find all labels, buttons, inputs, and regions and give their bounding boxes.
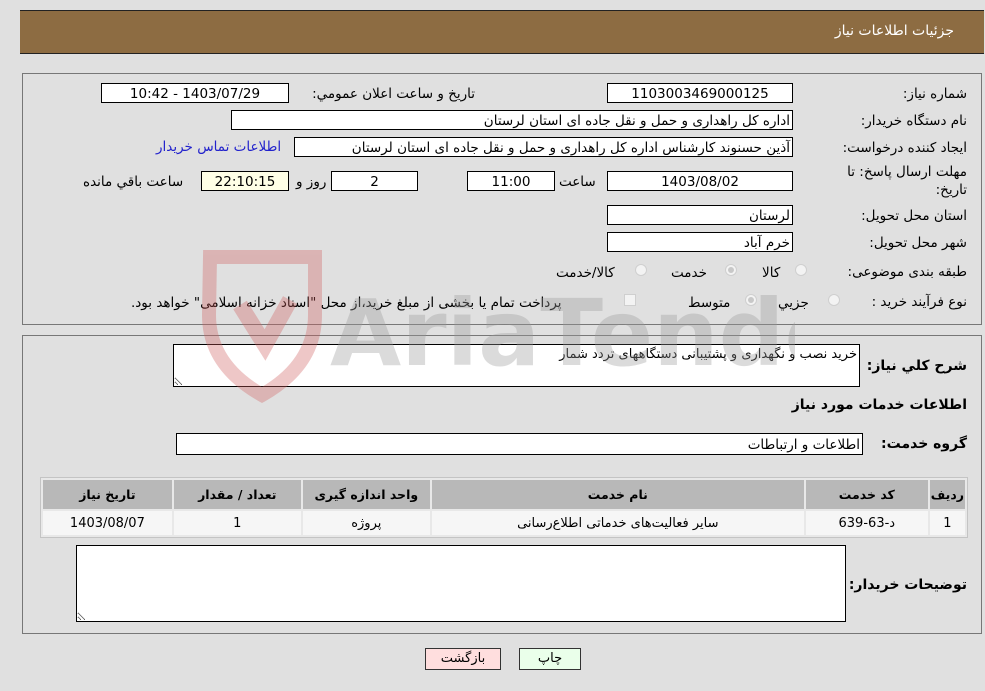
col-header-service-name: نام خدمت — [431, 480, 804, 509]
page-title: جزئیات اطلاعات نیاز — [834, 23, 954, 39]
cell-row-number: 1 — [929, 511, 965, 535]
province-label: استان محل تحویل: — [861, 208, 967, 224]
treasury-checkbox-label: پرداخت تمام یا بخشی از مبلغ خرید،از محل … — [131, 295, 562, 311]
remaining-time-label: ساعت باقي مانده — [83, 174, 184, 190]
announce-datetime-field[interactable]: 1403/07/29 - 10:42 — [101, 83, 289, 103]
page-header: جزئیات اطلاعات نیاز — [20, 10, 984, 54]
cell-unit: پروژه — [302, 511, 430, 535]
process-option-medium: متوسط — [688, 295, 731, 311]
category-option-goods: کالا — [762, 265, 781, 281]
category-radio-goods[interactable] — [795, 264, 807, 276]
buyer-contact-link[interactable]: اطلاعات تماس خریدار — [156, 139, 281, 155]
days-remaining-field[interactable]: 2 — [331, 171, 418, 191]
buyer-notes-label: توضیحات خریدار: — [848, 577, 967, 593]
col-header-service-code: کد خدمت — [805, 480, 928, 509]
cell-service-name: سایر فعالیت‌های خدماتی اطلاع‌رسانی — [431, 511, 804, 535]
buyer-org-field[interactable]: اداره کل راهداری و حمل و نقل جاده ای است… — [231, 110, 793, 130]
buyer-org-label: نام دستگاه خریدار: — [860, 113, 967, 129]
category-radio-goods-service[interactable] — [635, 264, 647, 276]
service-group-field[interactable]: اطلاعات و ارتباطات — [176, 433, 863, 455]
deadline-label-line1: مهلت ارسال پاسخ: تا — [847, 164, 967, 180]
col-header-quantity: تعداد / مقدار — [173, 480, 301, 509]
category-label: طبقه بندی موضوعی: — [847, 264, 967, 280]
description-label: شرح کلي نیاز: — [866, 358, 967, 374]
category-option-goods-service: کالا/خدمت — [556, 265, 615, 281]
col-header-row-number: ردیف — [929, 480, 965, 509]
process-radio-medium[interactable] — [745, 294, 757, 306]
need-number-label: شماره نیاز: — [902, 86, 967, 102]
cell-need-date: 1403/08/07 — [43, 511, 172, 535]
deadline-date-field[interactable]: 1403/08/02 — [607, 171, 793, 191]
process-radio-minor[interactable] — [828, 294, 840, 306]
process-label: نوع فرآیند خرید : — [871, 294, 967, 310]
deadline-time-label: ساعت — [559, 174, 596, 190]
cell-service-code: د-63-639 — [805, 511, 928, 535]
services-heading: اطلاعات خدمات مورد نیاز — [791, 397, 967, 413]
table-header-row: ردیف کد خدمت نام خدمت واحد اندازه گیری ت… — [43, 480, 965, 509]
need-number-field[interactable]: 1103003469000125 — [607, 83, 793, 103]
remaining-time-field[interactable]: 22:10:15 — [201, 171, 289, 191]
deadline-time-field[interactable]: 11:00 — [467, 171, 555, 191]
province-field[interactable]: لرستان — [607, 205, 793, 225]
city-field[interactable]: خرم آباد — [607, 232, 793, 252]
print-button[interactable]: چاپ — [519, 648, 581, 670]
treasury-checkbox[interactable] — [624, 294, 636, 306]
table-row: 1 د-63-639 سایر فعالیت‌های خدماتی اطلاع‌… — [43, 511, 965, 535]
category-radio-service[interactable] — [725, 264, 737, 276]
city-label: شهر محل تحویل: — [869, 235, 967, 251]
col-header-need-date: تاریخ نیاز — [43, 480, 172, 509]
services-table: ردیف کد خدمت نام خدمت واحد اندازه گیری ت… — [40, 477, 968, 538]
service-group-label: گروه خدمت: — [881, 436, 967, 452]
process-option-minor: جزيي — [778, 295, 809, 311]
back-button[interactable]: بازگشت — [425, 648, 501, 670]
creator-label: ایجاد کننده درخواست: — [842, 140, 967, 156]
col-header-unit: واحد اندازه گیری — [302, 480, 430, 509]
days-label: روز و — [296, 174, 327, 190]
description-textarea[interactable] — [173, 344, 860, 387]
buyer-notes-textarea[interactable] — [76, 545, 846, 622]
creator-field[interactable]: آذین حسنوند کارشناس اداره کل راهداری و ح… — [294, 137, 793, 157]
deadline-label-line2: تاریخ: — [935, 182, 967, 198]
announce-label: تاریخ و ساعت اعلان عمومي: — [312, 86, 475, 102]
cell-quantity: 1 — [173, 511, 301, 535]
category-option-service: خدمت — [671, 265, 707, 281]
